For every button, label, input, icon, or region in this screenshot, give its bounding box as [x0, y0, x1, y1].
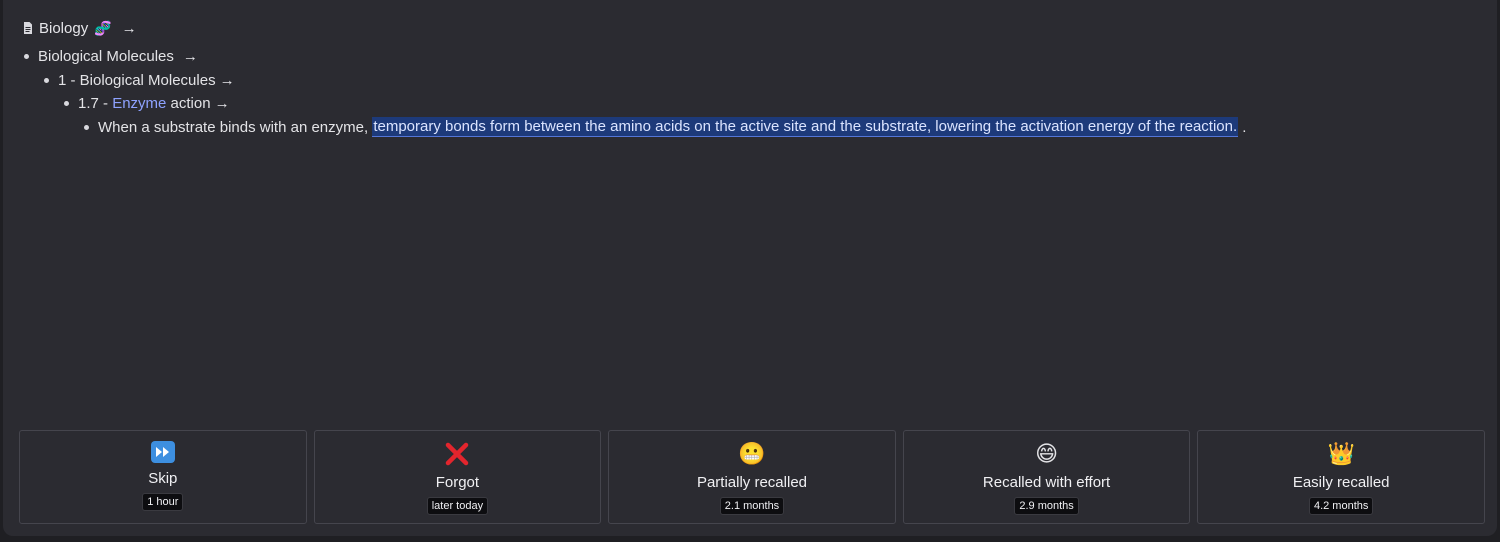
- interval-badge: 2.1 months: [719, 497, 785, 515]
- outline-text[interactable]: 1 - Biological Molecules: [58, 72, 216, 89]
- bullet-dot[interactable]: [44, 77, 49, 83]
- flashcard-question: When a substrate binds with an enzyme,: [98, 118, 373, 136]
- outline-suffix: action: [166, 94, 211, 112]
- interval-badge: 4.2 months: [1308, 497, 1374, 515]
- bullet-dot[interactable]: [84, 124, 89, 130]
- outline-text[interactable]: Biological Molecules: [38, 48, 174, 65]
- page-title[interactable]: Biology: [39, 20, 88, 37]
- easily-recalled-button[interactable]: 👑 Easily recalled 4.2 months: [1197, 430, 1485, 524]
- grimace-icon: 😬: [738, 441, 766, 466]
- rating-label: Skip: [148, 470, 178, 487]
- forgot-button[interactable]: Forgot later today: [313, 430, 602, 524]
- bullet-dot[interactable]: [24, 53, 29, 59]
- flashcard-tail: .: [1238, 118, 1247, 136]
- document-icon: [21, 21, 35, 35]
- interval-badge: later today: [426, 497, 489, 515]
- interval-badge: 1 hour: [142, 493, 184, 511]
- rating-label: Partially recalled: [696, 474, 807, 491]
- crown-icon: 👑: [1327, 441, 1355, 466]
- partially-recalled-button[interactable]: 😬 Partially recalled 2.1 months: [608, 430, 896, 524]
- flashcard-panel: Biology 🧬 → Biological Molecules → 1 - B…: [3, 0, 1497, 536]
- breadcrumb[interactable]: Biology 🧬 →: [21, 16, 137, 40]
- fast-forward-icon: [150, 441, 175, 463]
- skip-button[interactable]: Skip 1 hour: [19, 430, 307, 524]
- arrow-right-icon[interactable]: →: [215, 95, 230, 112]
- outline-item-level4: When a substrate binds with an enzyme, t…: [84, 116, 1246, 138]
- outline-prefix: 1.7 -: [78, 94, 113, 112]
- rating-label: Easily recalled: [1292, 474, 1390, 491]
- rating-label: Forgot: [435, 474, 480, 491]
- grin-icon: 😄: [1035, 441, 1059, 466]
- arrow-right-icon[interactable]: →: [183, 48, 198, 65]
- outline-item-level3: 1.7 - Enzyme action →: [64, 92, 230, 114]
- cross-mark-icon: [444, 441, 470, 467]
- rating-buttons: Skip 1 hour Forgot later today 😬 Partial…: [19, 430, 1485, 524]
- arrow-right-icon[interactable]: →: [220, 72, 235, 89]
- arrow-right-icon[interactable]: →: [122, 20, 137, 37]
- recalled-with-effort-button[interactable]: 😄 Recalled with effort 2.9 months: [902, 430, 1191, 524]
- cloze-answer[interactable]: temporary bonds form between the amino a…: [372, 117, 1239, 137]
- dna-icon: 🧬: [94, 19, 112, 36]
- outline-item-level2: 1 - Biological Molecules →: [44, 69, 235, 91]
- outline-item-level1: Biological Molecules →: [24, 45, 198, 67]
- bullet-dot[interactable]: [64, 100, 69, 106]
- interval-badge: 2.9 months: [1014, 497, 1079, 515]
- enzyme-link[interactable]: Enzyme: [112, 95, 166, 112]
- rating-label: Recalled with effort: [982, 474, 1111, 491]
